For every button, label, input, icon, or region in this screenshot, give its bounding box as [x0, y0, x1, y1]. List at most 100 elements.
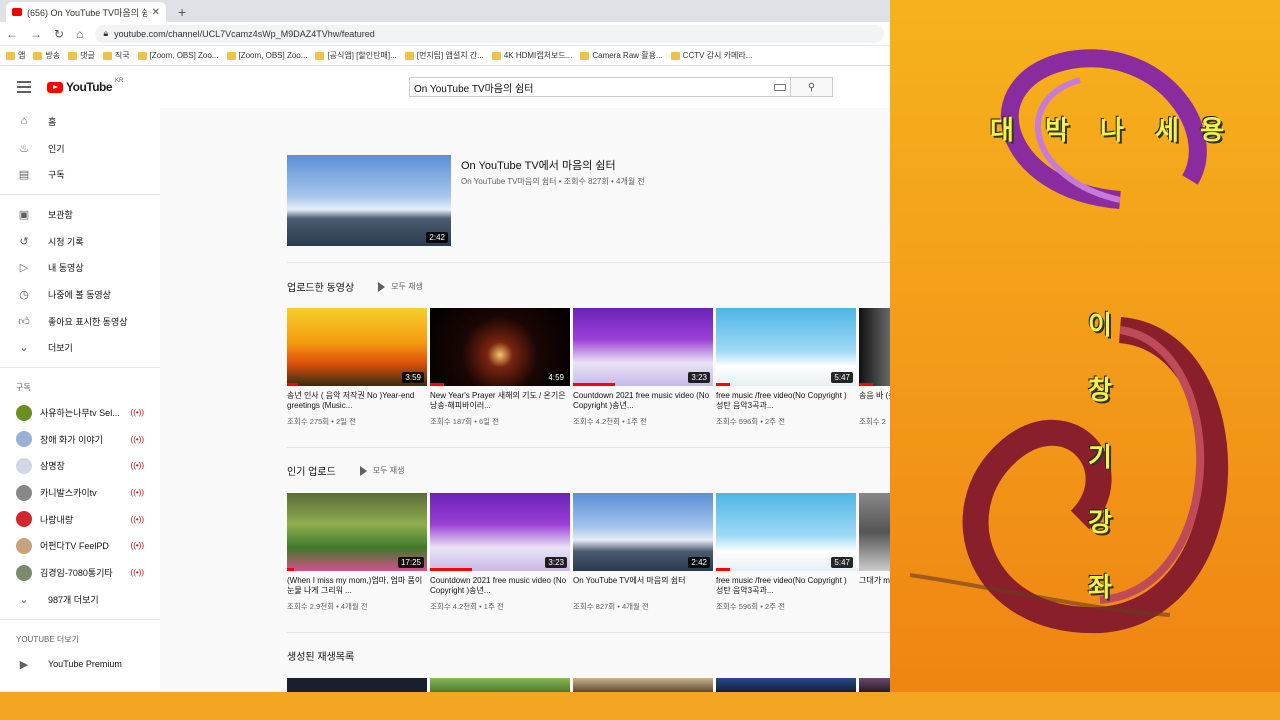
folder-icon — [226, 51, 236, 60]
url-field[interactable]: 🔒︎ youtube.com/channel/UCL7Vcamz4sWp_M9D… — [95, 24, 884, 43]
video-card[interactable]: 그대가 miss yo — [859, 493, 890, 612]
bookmark-item[interactable]: [공식앱] [할인탄매]... — [315, 50, 397, 61]
subscription-name: 장애 화가 이야기 — [40, 434, 103, 445]
hamburger-menu-icon[interactable] — [17, 81, 31, 93]
video-card[interactable]: 3:59 송년 인사 ( 음악 저작권 No )Year-end greeting… — [287, 308, 427, 427]
bookmark-item[interactable]: CCTV 감시 카메라... — [670, 50, 752, 61]
sidebar-item-premium[interactable]: ▶ YouTube Premium — [0, 651, 160, 678]
subscription-item[interactable]: 김경임-7080통기타 ((•)) — [0, 559, 160, 586]
video-title[interactable]: free music /free video(No Copyright ) 성탄… — [716, 391, 856, 411]
video-card[interactable]: 17:25 (When I miss my mom,)엄마, 엄마 품이 눈물 나… — [287, 493, 427, 612]
avatar — [16, 564, 32, 581]
sidebar-item[interactable]: ⌂ 홈 — [0, 108, 160, 135]
video-thumbnail[interactable]: 17:25 — [287, 493, 427, 571]
video-card[interactable]: 3:23 Countdown 2021 free music video (No … — [573, 308, 713, 427]
new-tab-icon[interactable]: + — [178, 4, 186, 20]
more-subscriptions[interactable]: ⌄ 987개 더보기 — [0, 586, 160, 613]
video-thumbnail[interactable]: 5:47 — [716, 308, 856, 386]
video-title[interactable]: 송년 인사 ( 음악 저작권 No )Year-end greetings (M… — [287, 391, 427, 411]
sidebar-item[interactable]: ▤ 구독 — [0, 161, 160, 188]
video-title[interactable]: (When I miss my mom,)엄마, 엄마 품이 눈물 나게 그리워… — [287, 576, 427, 596]
sidebar-item[interactable]: 👍︎ 좋아요 표시한 동영상 — [0, 308, 160, 335]
playlist-thumbnail[interactable] — [716, 678, 856, 692]
video-thumbnail[interactable] — [859, 308, 890, 386]
subscription-item[interactable]: 장애 화가 이야기 ((•)) — [0, 426, 160, 453]
sidebar-item[interactable]: ♨ 인기 — [0, 135, 160, 162]
browser-tab[interactable]: (656) On YouTube TV마음의 쉼터 ✕ — [6, 2, 166, 22]
video-card[interactable]: 4:59 New Year's Prayer 새해의 기도 / 온기은 낭송-해피… — [430, 308, 570, 427]
youtube-logo[interactable]: YouTube KR — [47, 78, 123, 94]
video-thumbnail[interactable]: 3:23 — [430, 493, 570, 571]
video-card[interactable]: 5:47 free music /free video(No Copyright … — [716, 308, 856, 427]
subscription-item[interactable]: 나랑내랑 ((•)) — [0, 506, 160, 533]
shelf-title-text[interactable]: 인기 업로드 — [287, 463, 336, 478]
featured-title[interactable]: On YouTube TV에서 마음의 쉼터 — [461, 157, 645, 173]
video-thumbnail[interactable]: 4:59 — [430, 308, 570, 386]
video-thumbnail[interactable]: 3:23 — [573, 308, 713, 386]
search-button[interactable]: ⚲ — [791, 77, 833, 97]
video-title[interactable]: 송음 바 (풋)누나 — [859, 391, 890, 411]
play-all-button[interactable]: 모두 재생 — [378, 281, 423, 292]
bookmark-item[interactable]: Camera Raw 활용... — [580, 50, 663, 61]
sidebar-item-label: 시청 기록 — [48, 236, 84, 247]
sidebar-item[interactable]: ▷ 내 동영상 — [0, 254, 160, 281]
back-icon[interactable]: ← — [6, 27, 18, 41]
bookmark-item[interactable]: 방송 — [33, 50, 60, 61]
video-title[interactable]: New Year's Prayer 새해의 기도 / 온기은 낭송-해피바이러.… — [430, 391, 570, 411]
bookmark-item[interactable]: 댓글 — [68, 50, 95, 61]
shelf-title-text[interactable]: 업로드한 동영상 — [287, 279, 354, 294]
video-card[interactable]: 5:47 free music /free video(No Copyright … — [716, 493, 856, 612]
reload-icon[interactable]: ↻ — [54, 27, 64, 41]
duration-badge: 4:59 — [545, 372, 567, 383]
subscription-item[interactable]: 어펀다TV FeelPD ((•)) — [0, 533, 160, 560]
overlay-title-char: 세 — [1155, 116, 1179, 146]
bookmark-item[interactable]: [Zoom, OBS] Zoo... — [226, 51, 307, 60]
video-thumbnail[interactable]: 2:42 — [573, 493, 713, 571]
search-input[interactable]: On YouTube TV마음의 쉼터 — [409, 77, 791, 97]
playlist-thumbnail[interactable] — [287, 678, 427, 692]
video-card[interactable]: 3:23 Countdown 2021 free music video (No … — [430, 493, 570, 612]
bookmark-item[interactable]: 4K HDMI캡처보드... — [491, 50, 573, 61]
video-title[interactable]: Countdown 2021 free music video (No Copy… — [430, 576, 570, 596]
featured-video[interactable]: 2:42 On YouTube TV에서 마음의 쉼터 On YouTube T… — [287, 155, 645, 246]
video-card[interactable]: 2:42 On YouTube TV에서 마음의 쉼터 조회수 827회 • 4개월… — [573, 493, 713, 612]
sidebar-item[interactable]: ◷ 나중에 볼 동영상 — [0, 281, 160, 308]
bookmark-item[interactable]: [먼지팁] 앱설치 간... — [404, 50, 484, 61]
playlist-thumbnail[interactable] — [859, 678, 890, 692]
watch-progress — [859, 383, 873, 386]
duration-badge: 2:42 — [688, 557, 710, 568]
video-card[interactable]: 송음 바 (풋)누나조회수 2 — [859, 308, 890, 427]
video-title[interactable]: 그대가 miss yo — [859, 576, 890, 596]
play-all-button[interactable]: 모두 재생 — [360, 465, 405, 476]
home-icon[interactable]: ⌂ — [76, 27, 83, 41]
video-title[interactable]: Countdown 2021 free music video (No Copy… — [573, 391, 713, 411]
folder-icon — [580, 51, 590, 60]
sidebar-item[interactable]: ↺ 시청 기록 — [0, 228, 160, 255]
bookmark-label: 4K HDMI캡처보드... — [503, 51, 573, 60]
keyboard-icon[interactable] — [774, 83, 786, 91]
video-thumbnail[interactable] — [859, 493, 890, 571]
bookmark-item[interactable]: 앱 — [6, 50, 25, 61]
forward-icon[interactable]: → — [30, 27, 42, 41]
playlist-thumbnail[interactable] — [430, 678, 570, 692]
sidebar-item[interactable]: ⌄ 더보기 — [0, 335, 160, 362]
video-title[interactable]: free music /free video(No Copyright ) 성탄… — [716, 576, 856, 596]
duration-badge: 3:23 — [545, 557, 567, 568]
subscription-item[interactable]: 삼명장 ((•)) — [0, 453, 160, 480]
folder-icon — [33, 51, 43, 60]
sidebar-item[interactable]: ▣ 보관함 — [0, 201, 160, 228]
bookmark-item[interactable]: [Zoom, OBS] Zoo... — [137, 51, 219, 60]
bookmark-item[interactable]: 직국 — [102, 50, 130, 61]
shelf-title-text[interactable]: 생성된 재생목록 — [287, 648, 354, 663]
video-thumbnail[interactable]: 3:59 — [287, 308, 427, 386]
featured-thumbnail[interactable]: 2:42 — [287, 155, 451, 246]
playlist-thumbnail[interactable] — [573, 678, 713, 692]
subscription-item[interactable]: 카니발스카이tv ((•)) — [0, 479, 160, 506]
subscription-item[interactable]: 사유하는나무tv Sel... ((•)) — [0, 399, 160, 426]
bookmark-label: [Zoom, OBS] Zoo... — [149, 51, 219, 60]
close-tab-icon[interactable]: ✕ — [152, 7, 160, 18]
video-thumbnail[interactable]: 5:47 — [716, 493, 856, 571]
decorative-overlay-panel — [890, 0, 1280, 692]
live-icon: ((•)) — [130, 514, 144, 524]
video-title[interactable]: On YouTube TV에서 마음의 쉼터 — [573, 576, 713, 596]
